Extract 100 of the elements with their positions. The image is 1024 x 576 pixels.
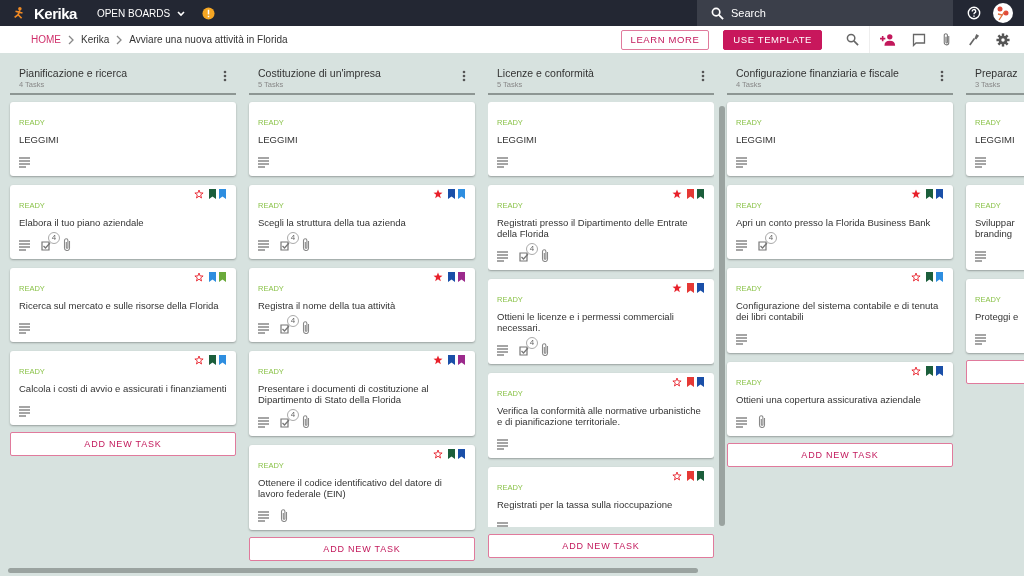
breadcrumb-text: Avviare una nuova attività in Florida — [129, 34, 288, 45]
chevron-down-icon[interactable] — [176, 8, 187, 18]
checklist-icon — [280, 239, 291, 251]
star-icon[interactable] — [672, 376, 682, 387]
open-boards-menu[interactable]: OPEN BOARDS — [96, 7, 187, 19]
learn-more-button[interactable]: LEARN MORE — [620, 29, 710, 50]
kebab-menu-icon[interactable] — [462, 70, 466, 82]
search-icon[interactable] — [846, 33, 859, 46]
star-icon[interactable] — [911, 365, 921, 376]
kebab-menu-icon[interactable] — [940, 70, 944, 82]
task-title: Verifica la conformità alle normative urbanistiche e di pianificazione territoriale. — [497, 405, 702, 427]
star-icon[interactable] — [433, 448, 443, 459]
checklist-icon — [280, 416, 291, 428]
chevron-right-icon — [115, 34, 124, 45]
description-icon — [497, 157, 508, 168]
task-title: Registrati per la tassa sulla rioccupazione — [497, 499, 674, 510]
app-logo[interactable]: Kerika — [34, 4, 77, 22]
description-icon — [975, 251, 986, 262]
description-icon — [497, 439, 508, 450]
description-icon — [258, 157, 269, 168]
checklist-count: 4 — [765, 232, 777, 244]
task-title: Ottieni le licenze e i permessi commerciali necessari. — [497, 311, 675, 333]
search-field[interactable]: Search — [697, 0, 953, 26]
kebab-menu-icon[interactable] — [223, 70, 227, 82]
checklist-icon — [280, 322, 291, 334]
description-icon — [497, 345, 508, 356]
description-icon — [975, 334, 986, 345]
star-icon[interactable] — [672, 470, 682, 481]
star-icon[interactable] — [911, 188, 921, 199]
add-task-button[interactable]: ADD NEW TASK — [249, 537, 475, 561]
checklist-count: 4 — [48, 232, 60, 244]
settings-icon[interactable] — [996, 32, 1010, 47]
column-title: Costituzione di un'impresa — [258, 67, 381, 79]
column-title: Preparaz — [975, 67, 1018, 79]
task-title: Registrati presso il Dipartimento delle Entrate della Florida — [497, 217, 689, 239]
warning-badge-icon[interactable] — [202, 6, 216, 20]
home-link[interactable]: HOME — [31, 34, 61, 45]
star-icon[interactable] — [672, 282, 682, 293]
add-task-button[interactable]: ADD NEW TASK — [488, 534, 714, 558]
task-title: Scegli la struttura della tua azienda — [258, 217, 407, 228]
checklist-icon — [758, 239, 769, 251]
star-icon[interactable] — [433, 271, 443, 282]
description-icon — [497, 251, 508, 262]
chat-icon[interactable] — [912, 32, 926, 47]
brush-icon[interactable] — [967, 33, 980, 46]
kebab-menu-icon[interactable] — [701, 70, 705, 82]
task-title: Ricerca sul mercato e sulle risorse della Florida — [19, 300, 220, 311]
column-title: Licenze e conformità — [497, 67, 594, 79]
task-title: Sviluppar branding — [975, 217, 1016, 239]
description-icon — [19, 323, 30, 334]
task-title: Calcola i costi di avvio e assicurati i finanziamenti — [19, 383, 227, 394]
star-icon[interactable] — [194, 271, 204, 282]
description-icon — [736, 157, 747, 168]
search-icon[interactable] — [711, 6, 724, 20]
star-icon[interactable] — [433, 354, 443, 365]
paperclip-icon[interactable] — [942, 32, 951, 47]
task-title: Configurazione del sistema contabile e di tenuta dei libri contabili — [736, 300, 940, 322]
description-icon — [258, 511, 269, 522]
description-icon — [258, 323, 269, 334]
task-title: Registra il nome della tua attività — [258, 300, 397, 311]
breadcrumb-text: Kerika — [81, 34, 110, 45]
add-person-icon[interactable] — [880, 33, 896, 46]
task-title: Ottenere il codice identificativo del datore di lavoro federale (EIN) — [258, 477, 443, 499]
star-icon[interactable] — [433, 188, 443, 199]
task-title: Proteggi e — [975, 311, 1020, 322]
runner-logo-icon — [12, 6, 26, 20]
chevron-right-icon — [67, 34, 75, 45]
column-title: Configurazione finanziaria e fiscale — [736, 67, 899, 79]
star-icon[interactable] — [672, 188, 682, 199]
checklist-count: 4 — [526, 243, 538, 255]
star-icon[interactable] — [911, 271, 921, 282]
description-icon — [975, 157, 986, 168]
description-icon — [258, 417, 269, 428]
description-icon — [19, 157, 30, 168]
use-template-button[interactable]: USE TEMPLATE — [723, 29, 822, 50]
checklist-count: 4 — [287, 315, 299, 327]
task-title: LEGGIMI — [975, 134, 1016, 145]
task-title: Ottieni una copertura assicurativa aziendale — [736, 394, 922, 405]
checklist-icon — [519, 250, 530, 262]
add-task-button[interactable]: ADD NEW TASK — [727, 443, 953, 467]
task-title: LEGGIMI — [736, 134, 777, 145]
help-icon[interactable] — [967, 6, 981, 20]
checklist-count: 4 — [526, 337, 538, 349]
task-title: LEGGIMI — [19, 134, 60, 145]
checklist-icon — [41, 239, 52, 251]
description-icon — [736, 334, 747, 345]
task-title: LEGGIMI — [497, 134, 538, 145]
checklist-count: 4 — [287, 409, 299, 421]
checklist-count: 4 — [287, 232, 299, 244]
add-task-button[interactable]: ADD NEW TASK — [10, 432, 236, 456]
task-title: LEGGIMI — [258, 134, 299, 145]
description-icon — [258, 240, 269, 251]
task-title: Elabora il tuo piano aziendale — [19, 217, 145, 228]
avatar-icon[interactable] — [993, 3, 1013, 23]
description-icon — [19, 406, 30, 417]
description-icon — [19, 240, 30, 251]
column-title: Pianificazione e ricerca — [19, 67, 127, 79]
star-icon[interactable] — [194, 354, 204, 365]
star-icon[interactable] — [194, 188, 204, 199]
description-icon — [736, 417, 747, 428]
